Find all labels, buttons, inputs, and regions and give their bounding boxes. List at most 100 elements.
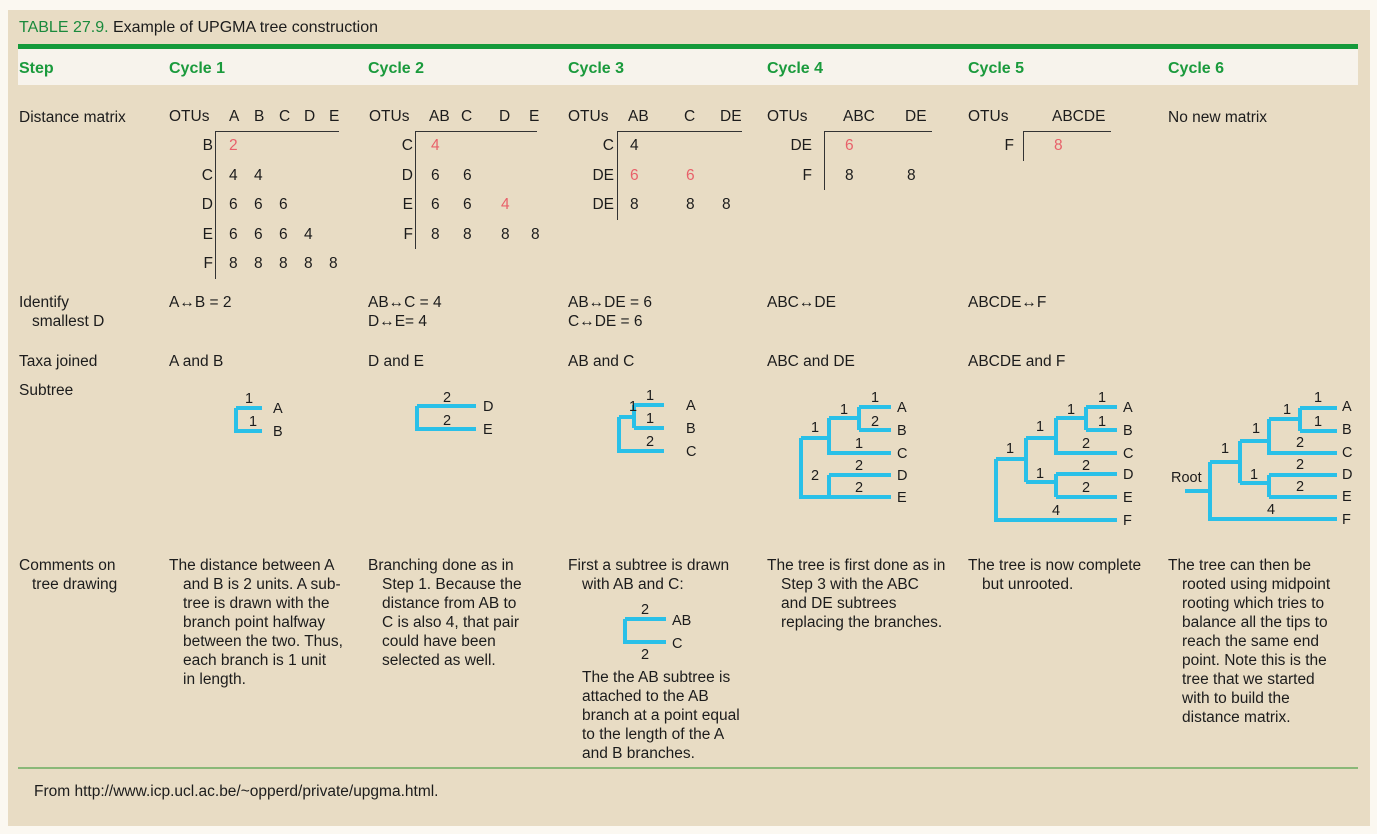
row-label-taxa-joined: Taxa joined [19, 353, 98, 370]
matrix-col-header: A [229, 108, 240, 125]
taxa-joined-cycle-4: ABC and DE [767, 353, 855, 370]
branch-label: 1 [1036, 419, 1044, 435]
leaf-label: A [1342, 399, 1352, 415]
identify-cycle-3-line-1: AB↔DE = 6 [568, 294, 652, 311]
matrix-cell: 6 [229, 196, 238, 213]
comment-line: reach the same end [1182, 633, 1320, 650]
matrix-cell: 8 [531, 225, 540, 243]
matrix-cell: 4 [229, 166, 238, 184]
matrix-cell: 8 [907, 166, 916, 184]
comment-line: could have been [382, 633, 496, 650]
matrix-col-header: ABCDE [1052, 108, 1106, 125]
matrix-rule [1023, 131, 1024, 161]
row-label-identify: Identify [19, 294, 69, 311]
comment-line: to the length of the A [582, 726, 725, 743]
matrix-cell: 6 [431, 166, 440, 184]
branch-label: 1 [1006, 441, 1014, 457]
comment-line: with AB and C: [582, 576, 684, 593]
matrix-col-header: E [329, 108, 340, 125]
matrix-row-label: E [402, 196, 413, 213]
tree-cycle-5: 1 1 1 1 1 2 1 2 2 4 A B C D E F [994, 390, 1133, 529]
leaf-label: B [1123, 423, 1133, 439]
identify-cycle-5-line-1: ABCDE↔F [968, 294, 1047, 311]
matrix-row-label: D [401, 166, 413, 184]
leaf-label: C [897, 446, 907, 462]
comment-line: The distance between A [169, 557, 335, 574]
leaf-label: C [672, 636, 682, 652]
comment-line: distance from AB to [382, 595, 517, 612]
comment-cycle4: The tree is first done as in Step 3 with … [767, 556, 945, 632]
matrix-cell: 6 [254, 225, 263, 243]
branch-label: 2 [641, 647, 649, 663]
root-label: Root [1171, 470, 1202, 486]
matrix-cell: 8 [304, 255, 313, 272]
tree-cycle-6: Root 1 1 1 1 1 2 1 2 2 4 A B C D E F [1171, 390, 1352, 528]
matrix-cell: 6 [463, 196, 472, 213]
branch-label: 2 [811, 468, 819, 484]
comment-line: but unrooted. [982, 576, 1074, 593]
matrix-cell: 6 [229, 225, 238, 243]
identify-cycle-3-line-2: C↔DE = 6 [568, 313, 643, 330]
comment-cycle2: Branching done as in Step 1. Because the d… [368, 556, 522, 670]
comment-line: and B is 2 units. A sub- [183, 576, 341, 593]
matrix-row-label: DE [592, 166, 614, 184]
leaf-label: C [1123, 446, 1133, 462]
matrix-row-label: F [802, 166, 812, 184]
branch-label: 2 [855, 480, 863, 496]
matrix-cell: 8 [329, 255, 338, 272]
comment-line: First a subtree is drawn [568, 557, 730, 574]
row-label-comments: Comments on [19, 557, 116, 574]
table-title: TABLE 27.9. Example of UPGMA tree constr… [19, 19, 378, 37]
header-cycle-2: Cycle 2 [368, 60, 425, 77]
comment-cycle3-a: First a subtree is drawn with AB and C: [568, 556, 729, 594]
matrix-col-header: C [684, 108, 696, 125]
leaf-label: E [483, 422, 493, 438]
branch-label: 1 [811, 420, 819, 436]
header-cycle-1: Cycle 1 [169, 60, 226, 77]
comment-line: and DE subtrees [781, 595, 897, 612]
matrix-cell: 6 [279, 196, 288, 213]
comment-line: The tree can then be [1168, 557, 1312, 574]
matrix-cell: 8 [431, 225, 440, 243]
row-label-comments-2: tree drawing [32, 576, 118, 593]
matrix-cell: 8 [501, 225, 510, 243]
branch-label: 1 [1221, 441, 1229, 457]
table-number: TABLE 27.9. [19, 19, 109, 36]
matrix-cell: 8 [254, 255, 263, 272]
source-footnote: From http://www.icp.ucl.ac.be/~opperd/pr… [34, 783, 439, 800]
matrix-corner-label: OTUs [568, 108, 609, 125]
matrix-rule [215, 131, 339, 132]
comment-line: balance all the tips to [1182, 614, 1328, 631]
row-label-distance-matrix: Distance matrix [19, 109, 126, 126]
matrix-row-label: F [403, 225, 413, 243]
comment-cycle3-b: The the AB subtree is attached to the AB b… [582, 668, 740, 763]
branch-label: 4 [1267, 502, 1275, 518]
tree-cycle-1: 1 1 A B [234, 391, 283, 440]
matrix-col-header: C [461, 108, 473, 125]
matrix-cell: 8 [630, 196, 639, 213]
branch-label: 2 [855, 458, 863, 474]
leaf-label: A [1123, 400, 1133, 416]
identify-cycle-4-line-1: ABC↔DE [767, 294, 836, 311]
branch-label: 2 [1082, 436, 1090, 452]
branch-label: 1 [840, 402, 848, 418]
branch-label: 2 [1296, 457, 1304, 473]
branch-label: 1 [646, 388, 654, 404]
matrix-row-label: DE [790, 137, 812, 154]
comment-line: replacing the branches. [781, 614, 943, 631]
matrix-col-header: ABC [843, 108, 875, 125]
leaf-label: E [1342, 489, 1352, 505]
branch-label: 2 [646, 434, 654, 450]
matrix-rule [617, 131, 742, 132]
matrix-col-header: DE [720, 108, 742, 125]
matrix-corner-label: OTUs [369, 108, 410, 125]
branch-label: 1 [1283, 402, 1291, 418]
matrix-cell: 8 [463, 225, 472, 243]
leaf-label: C [1342, 445, 1352, 461]
comment-line: selected as well. [382, 652, 496, 669]
matrix-cell: 6 [463, 166, 472, 184]
branch-label: 1 [629, 399, 637, 415]
comment-line: branch point halfway [183, 614, 326, 631]
matrix-cell: 4 [630, 137, 639, 154]
taxa-joined-cycle-2: D and E [368, 353, 425, 370]
